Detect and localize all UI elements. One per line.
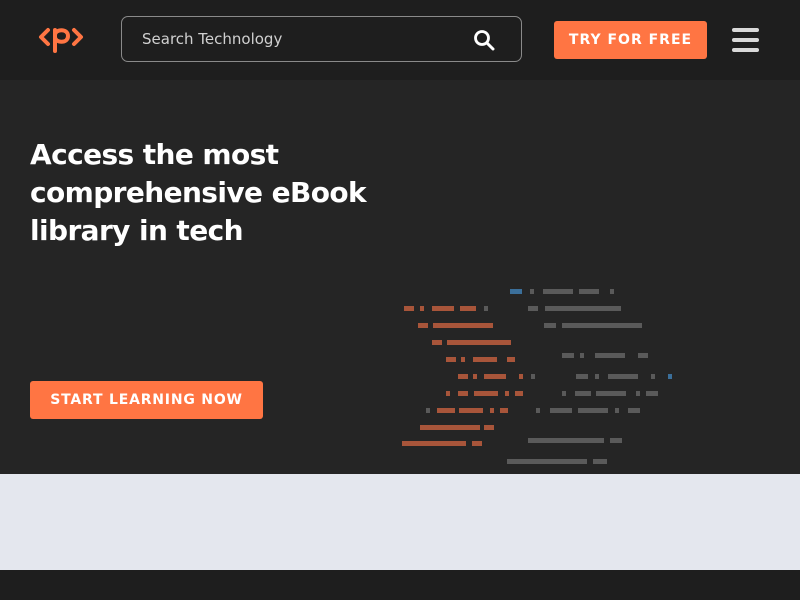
code-dash xyxy=(402,441,466,446)
code-dash xyxy=(651,374,655,379)
code-dash xyxy=(578,408,608,413)
code-dash xyxy=(472,441,482,446)
code-dash xyxy=(420,425,480,430)
code-dash xyxy=(507,357,515,362)
code-dash xyxy=(437,408,455,413)
try-for-free-button[interactable]: TRY FOR FREE xyxy=(554,21,707,59)
code-illustration xyxy=(402,289,672,464)
code-dash xyxy=(433,323,493,328)
code-dash xyxy=(474,391,498,396)
code-dash xyxy=(595,353,625,358)
code-dash xyxy=(531,374,535,379)
code-dash xyxy=(550,408,572,413)
code-dash xyxy=(562,353,574,358)
code-dash xyxy=(510,289,522,294)
code-dash xyxy=(446,357,456,362)
code-dash xyxy=(628,408,640,413)
code-dash xyxy=(458,374,468,379)
code-dash xyxy=(545,306,621,311)
footer-strip xyxy=(0,570,800,600)
hero-title: Access the most comprehensive eBook libr… xyxy=(30,138,367,247)
code-dash xyxy=(505,391,509,396)
code-dash xyxy=(461,357,465,362)
code-dash xyxy=(515,391,523,396)
code-dash xyxy=(418,323,428,328)
code-dash xyxy=(595,374,599,379)
code-dash xyxy=(528,306,538,311)
packt-logo-icon[interactable] xyxy=(38,22,84,54)
code-dash xyxy=(638,353,648,358)
code-dash xyxy=(593,459,607,464)
code-dash xyxy=(460,306,476,311)
code-dash xyxy=(484,374,506,379)
code-dash xyxy=(543,289,573,294)
code-dash xyxy=(528,438,604,443)
code-dash xyxy=(536,408,540,413)
code-dash xyxy=(576,374,588,379)
code-dash xyxy=(530,289,534,294)
code-dash xyxy=(490,408,494,413)
code-dash xyxy=(458,391,468,396)
code-dash xyxy=(544,323,556,328)
code-dash xyxy=(446,391,450,396)
code-dash xyxy=(608,374,638,379)
start-learning-button[interactable]: START LEARNING NOW xyxy=(30,381,263,419)
code-dash xyxy=(562,323,642,328)
code-dash xyxy=(668,374,672,379)
code-dash xyxy=(610,438,622,443)
code-dash xyxy=(484,306,488,311)
code-dash xyxy=(473,374,477,379)
search-input[interactable] xyxy=(142,17,462,61)
code-dash xyxy=(432,306,454,311)
code-dash xyxy=(420,306,424,311)
code-dash xyxy=(404,306,414,311)
code-dash xyxy=(484,425,494,430)
code-dash xyxy=(575,391,591,396)
code-dash xyxy=(610,289,614,294)
code-dash xyxy=(579,289,599,294)
code-dash xyxy=(646,391,658,396)
code-dash xyxy=(507,459,587,464)
site-header: TRY FOR FREE xyxy=(0,0,800,80)
light-band xyxy=(0,474,800,570)
search-box xyxy=(121,16,522,62)
code-dash xyxy=(562,391,566,396)
code-dash xyxy=(473,357,497,362)
code-dash xyxy=(636,391,640,396)
hamburger-menu-icon[interactable] xyxy=(732,26,759,54)
code-dash xyxy=(426,408,430,413)
code-dash xyxy=(447,340,511,345)
code-dash xyxy=(432,340,442,345)
code-dash xyxy=(500,408,508,413)
code-dash xyxy=(519,374,523,379)
search-icon[interactable] xyxy=(473,29,495,51)
code-dash xyxy=(580,353,584,358)
code-dash xyxy=(459,408,483,413)
code-dash xyxy=(596,391,626,396)
code-dash xyxy=(615,408,619,413)
